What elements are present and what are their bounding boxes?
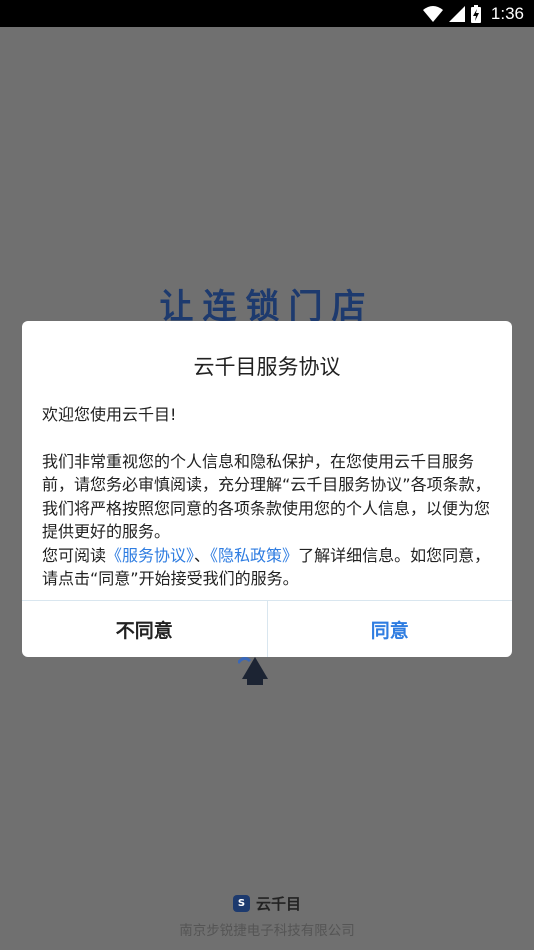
dialog-body: 欢迎您使用云千目! 我们非常重视您的个人信息和隐私保护，在您使用云千目服务前，请…: [42, 403, 497, 591]
brand-name: 云千目: [255, 895, 301, 913]
service-agreement-link[interactable]: 《服务协议》: [106, 546, 194, 565]
footer-brand: S 云千目: [0, 893, 534, 914]
link-separator: 、: [194, 545, 211, 565]
status-bar: 1:36: [0, 0, 534, 27]
read-paragraph: 您可阅读《服务协议》、《隐私政策》了解详细信息。如您同意，请点击“同意”开始接受…: [42, 544, 497, 591]
welcome-text: 欢迎您使用云千目!: [42, 405, 177, 424]
privacy-policy-link[interactable]: 《隐私政策》: [210, 546, 298, 565]
battery-charging-icon: [470, 4, 481, 23]
app-logo-icon: S: [232, 895, 250, 912]
agree-button[interactable]: 同意: [268, 601, 513, 657]
service-agreement-dialog: 云千目服务协议 欢迎您使用云千目! 我们非常重视您的个人信息和隐私保护，在您使用…: [22, 321, 512, 657]
disagree-button[interactable]: 不同意: [22, 601, 268, 657]
dialog-title: 云千目服务协议: [193, 355, 341, 379]
dialog-button-row: 不同意 同意: [22, 600, 512, 657]
status-time: 1:36: [490, 3, 524, 23]
privacy-paragraph: 我们非常重视您的个人信息和隐私保护，在您使用云千目服务前，请您务必审慎阅读，充分…: [42, 451, 491, 542]
read-prefix: 您可阅读: [42, 545, 107, 565]
wifi-icon: [422, 5, 443, 22]
company-name: 南京步锐捷电子科技有限公司: [179, 923, 355, 939]
cellular-signal-icon: [448, 5, 465, 22]
